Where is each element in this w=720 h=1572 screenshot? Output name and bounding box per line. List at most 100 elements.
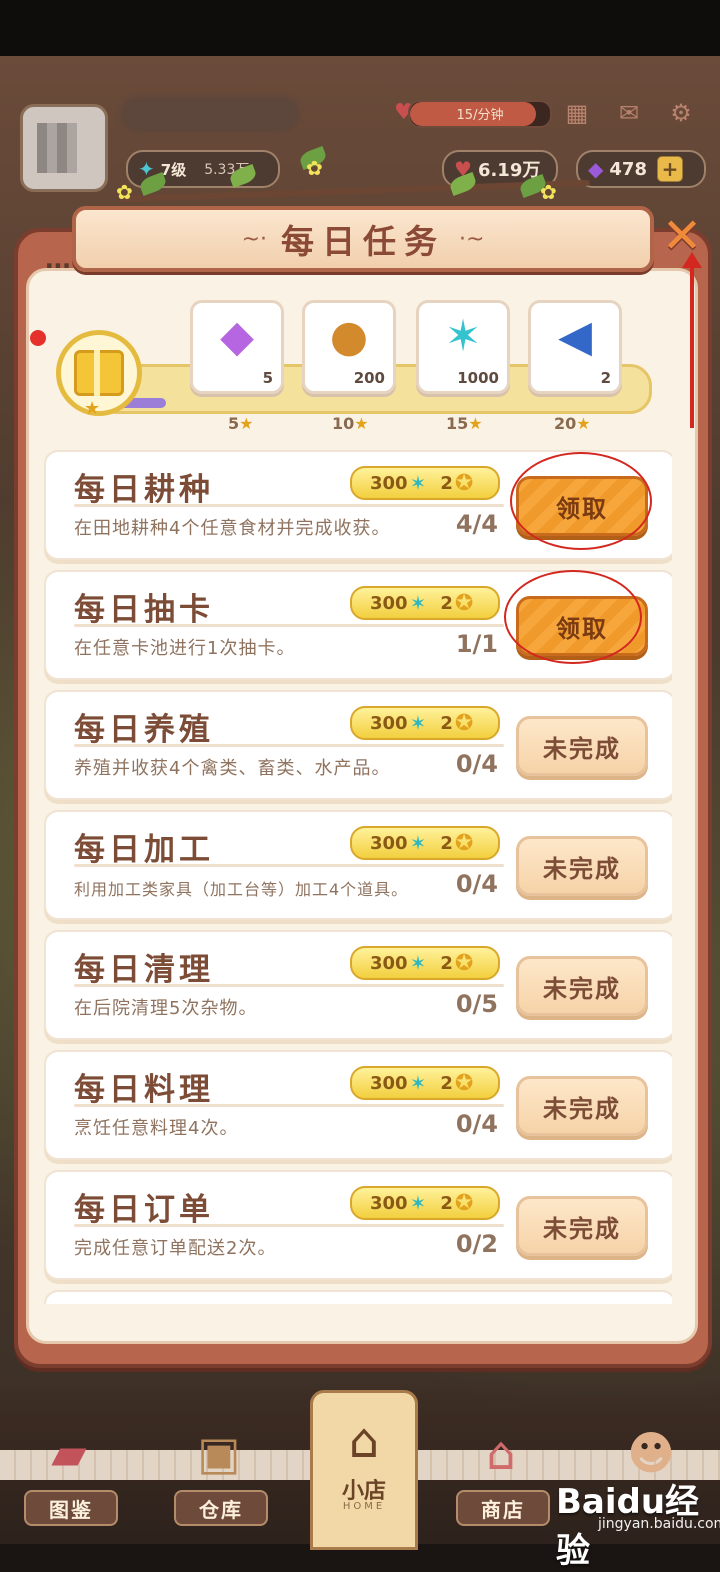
star-crystal-icon: ✶ [409,1191,427,1215]
player-name-blurred [120,96,300,132]
notification-dot [30,330,46,346]
incomplete-button[interactable]: 未完成 [516,716,648,776]
milestone-label: 20★ [554,414,591,433]
calendar-icon[interactable]: ▦ [558,98,596,128]
task-title: 每日清理 [74,952,214,988]
panel-title: 每日任务 [281,222,445,261]
baidu-watermark-url: jingyan.baidu.com [598,1516,720,1532]
gift-icon [74,350,124,396]
task-title: 每日养殖 [74,712,214,748]
milestone-label: 15★ [446,414,483,433]
flower-icon: ✿ [306,156,323,180]
flower-icon: ✿ [540,180,557,204]
nav-item-home[interactable]: ⌂ 小店 HOME [310,1390,418,1550]
star-crystal-icon: ✶ [444,311,482,362]
nav-sublabel: HOME [342,1501,386,1512]
reward-count: 200 [353,369,385,387]
milestone-label: 5★ [228,414,254,433]
shop-icon: ⌂ [486,1426,516,1480]
star-medal-icon: ★ [468,414,483,433]
level-text: 7级 [160,160,187,179]
task-description: 烹饪任意料理4次。 [74,1118,239,1139]
panel-title-plate: ~· 每日任务 ·~ [72,206,654,272]
scroll-ornament-icon: ·~ [459,226,485,252]
gold-coin-icon: ● [329,311,369,362]
reward-card[interactable]: ◀ 2 [528,300,622,394]
task-card-breeding: 每日养殖 养殖并收获4个禽类、畜类、水产品。 0/4 300 ✶ 2 ✪ 未完成 [44,690,672,800]
annotation-ellipse [510,452,652,550]
star-crystal-icon: ✶ [409,831,427,855]
star-crystal-icon: ✶ [409,591,427,615]
task-reward: 300 ✶ 2 ✪ [350,826,500,860]
task-title: 每日加工 [74,832,214,868]
nav-label: 图鉴 [24,1490,118,1526]
task-reward: 300 ✶ 2 ✪ [350,1066,500,1100]
task-progress: 0/4 [455,750,498,778]
star-medal-icon: ★ [354,414,369,433]
task-card-partial [44,1290,672,1304]
star-medal-icon: ✪ [454,470,474,496]
nav-item-warehouse[interactable]: ▣ 仓库 [164,1410,274,1534]
mail-icon[interactable]: ✉ [610,98,648,128]
house-icon: ⌂ [348,1413,380,1469]
purple-gem-icon: ◆ [588,157,604,181]
incomplete-button[interactable]: 未完成 [516,956,648,1016]
star-medal-icon: ★ [84,398,101,419]
task-progress: 0/4 [455,1110,498,1138]
star-crystal-icon: ✶ [409,471,427,495]
scroll-ornament-icon: ~· [241,226,267,252]
task-card-cleaning: 每日清理 在后院清理5次杂物。 0/5 300 ✶ 2 ✪ 未完成 [44,930,672,1040]
energy-rate-text: 15/分钟 [456,108,504,123]
incomplete-button[interactable]: 未完成 [516,1196,648,1256]
task-reward: 300 ✶ 2 ✪ [350,1186,500,1220]
task-description: 利用加工类家具（加工台等）加工4个道具。 [74,880,409,899]
gems-pill: ◆ 478 + [576,150,706,188]
gear-icon[interactable]: ⚙ [662,98,700,128]
star-medal-icon: ✪ [454,1070,474,1096]
task-reward: 300 ✶ 2 ✪ [350,466,500,500]
annotation-arrow [682,252,702,428]
star-medal-icon: ✪ [454,830,474,856]
task-reward: 300 ✶ 2 ✪ [350,586,500,620]
megaphone-icon: ◀ [558,311,592,362]
task-description: 在后院清理5次杂物。 [74,998,258,1019]
star-crystal-icon: ✶ [409,711,427,735]
crate-icon: ▣ [197,1426,241,1480]
add-gems-button[interactable]: + [656,156,683,182]
status-bar-area [0,0,720,56]
player-avatar[interactable] [20,104,108,192]
nav-label: 商店 [456,1490,550,1526]
task-description: 完成任意订单配送2次。 [74,1238,277,1259]
star-medal-icon: ✪ [454,1190,474,1216]
energy-bar: 15/分钟 [408,100,552,128]
flower-icon: ✿ [116,180,133,204]
task-description: 在田地耕种4个任意食材并完成收获。 [74,518,391,539]
task-card-orders: 每日订单 完成任意订单配送2次。 0/2 300 ✶ 2 ✪ 未完成 [44,1170,672,1280]
star-crystal-icon: ✶ [409,951,427,975]
star-medal-icon: ✪ [454,710,474,736]
task-progress: 1/1 [455,630,498,658]
reward-count: 1000 [457,369,499,387]
reward-count: 5 [262,369,273,387]
reward-count: 2 [600,369,611,387]
task-title: 每日抽卡 [74,592,214,628]
task-description: 养殖并收获4个禽类、畜类、水产品。 [74,758,391,779]
annotation-ellipse [504,570,642,664]
task-card-cooking: 每日料理 烹饪任意料理4次。 0/4 300 ✶ 2 ✪ 未完成 [44,1050,672,1160]
incomplete-button[interactable]: 未完成 [516,836,648,896]
reward-card[interactable]: ● 200 [302,300,396,394]
reward-card[interactable]: ✶ 1000 [416,300,510,394]
reward-card[interactable]: ◆ 5 [190,300,284,394]
incomplete-button[interactable]: 未完成 [516,1076,648,1136]
book-icon: ▰ [51,1426,87,1480]
task-progress: 4/4 [455,510,498,538]
nav-item-catalog[interactable]: ▰ 图鉴 [14,1410,124,1534]
task-progress: 0/2 [455,1230,498,1258]
task-title: 每日料理 [74,1072,214,1108]
task-progress: 0/4 [455,870,498,898]
star-medal-icon: ★ [576,414,591,433]
star-medal-icon: ✪ [454,950,474,976]
star-medal-icon: ✪ [454,590,474,616]
task-title: 每日订单 [74,1192,214,1228]
nav-item-shop[interactable]: ⌂ 商店 [446,1410,556,1534]
